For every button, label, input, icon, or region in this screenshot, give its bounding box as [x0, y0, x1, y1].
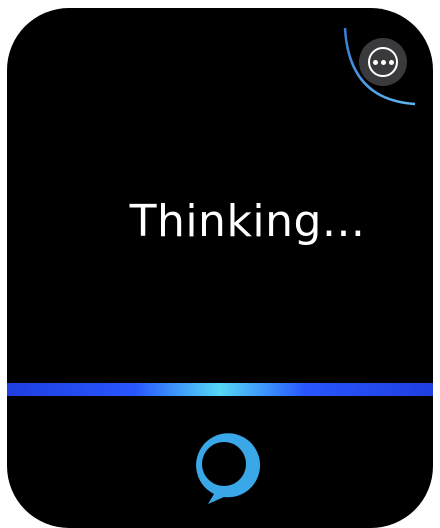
- watch-screen: Thinking...: [7, 8, 433, 528]
- listening-light-bar: [7, 383, 433, 396]
- alexa-ring-icon[interactable]: [180, 420, 268, 508]
- more-options-icon: [368, 47, 398, 77]
- more-options-button[interactable]: [359, 38, 407, 86]
- status-text: Thinking...: [129, 196, 366, 247]
